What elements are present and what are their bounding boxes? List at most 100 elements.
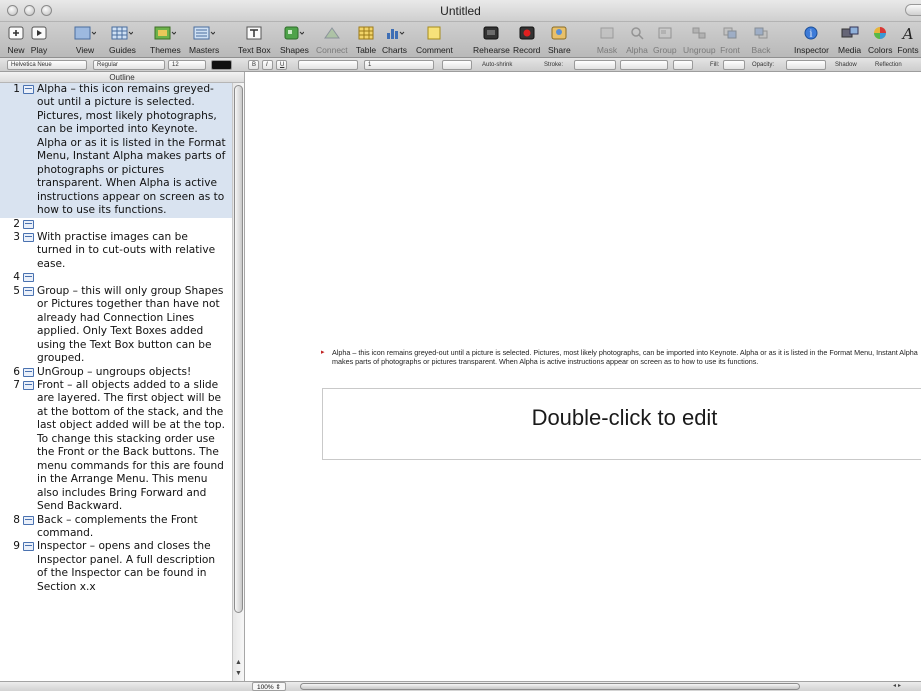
table-button[interactable]: Table [355, 24, 377, 55]
outline-item-4[interactable]: 4 [0, 271, 232, 284]
shapes-button[interactable]: Shapes [280, 24, 309, 55]
outline-item-number: 2 [13, 217, 20, 230]
slide-thumbnail-icon[interactable] [23, 85, 34, 94]
new-button[interactable]: New [5, 24, 27, 55]
colors-button[interactable]: Colors [868, 24, 893, 55]
ungroup-button[interactable]: Ungroup [683, 24, 716, 55]
outline-item-9[interactable]: 9 Inspector – opens and closes the Inspe… [0, 540, 232, 594]
mask-icon [596, 24, 618, 42]
outline-list[interactable]: 1 Alpha – this icon remains greyed-out u… [0, 83, 232, 681]
horizontal-scroll-arrows[interactable]: ◂▸ [893, 682, 915, 691]
play-button[interactable]: Play [28, 24, 50, 55]
ungroup-icon [688, 24, 710, 42]
outline-item-text[interactable]: Group – this will only group Shapes or P… [37, 285, 226, 366]
slide-thumbnail-icon[interactable] [23, 219, 34, 229]
text-color-well[interactable] [211, 60, 232, 70]
outline-item-text[interactable]: Back – complements the Front command. [37, 514, 226, 541]
outline-item-2[interactable]: 2 [0, 218, 232, 231]
autoshrink-checkbox[interactable]: Auto-shrink [482, 61, 512, 69]
guides-button[interactable]: Guides [109, 24, 136, 55]
outline-item-text[interactable]: Front – all objects added to a slide are… [37, 379, 226, 514]
rehearse-icon [480, 24, 502, 42]
zoom-select[interactable]: 100% ⇕ [252, 682, 286, 691]
slide-canvas[interactable]: ▸ Alpha – this icon remains greyed-out u… [246, 72, 921, 681]
font-family-select[interactable]: Helvetica Neue [7, 60, 87, 70]
slide-thumbnail-icon[interactable] [23, 542, 34, 552]
outline-item-text[interactable] [37, 218, 226, 231]
outline-item-text[interactable]: With practise images can be turned in to… [37, 231, 226, 271]
themes-button[interactable]: Themes [150, 24, 181, 55]
fonts-button[interactable]: A Fonts [897, 24, 919, 55]
outline-scroll-arrows[interactable]: ▲ ▼ [233, 657, 244, 681]
slide-thumbnail-icon[interactable] [23, 273, 34, 283]
horizontal-scrollbar[interactable] [300, 683, 800, 690]
opacity-select[interactable] [786, 60, 826, 70]
charts-button[interactable]: Charts [382, 24, 407, 55]
columns-select[interactable] [442, 60, 472, 70]
text-box-icon [243, 24, 265, 42]
outline-item-number: 3 [13, 230, 20, 243]
slide-title-placeholder[interactable]: Double-click to edit [322, 388, 921, 460]
comment-button[interactable]: Comment [416, 24, 453, 55]
shapes-icon [283, 24, 305, 42]
underline-button[interactable]: U [276, 60, 287, 70]
table-icon [355, 24, 377, 42]
alignment-buttons[interactable] [298, 60, 358, 70]
front-button[interactable]: Front [719, 24, 741, 55]
connect-button[interactable]: Connect [316, 24, 348, 55]
alpha-button[interactable]: Alpha [626, 24, 648, 55]
slide-thumbnail-icon[interactable] [23, 232, 34, 242]
outline-item-6[interactable]: 6 UnGroup – ungroups objects! [0, 366, 232, 379]
bold-button[interactable]: B [248, 60, 259, 70]
stroke-label: Stroke: [544, 62, 564, 68]
slide-bullet-text[interactable]: ▸ Alpha – this icon remains greyed-out u… [321, 348, 921, 366]
outline-item-1[interactable]: 1 Alpha – this icon remains greyed-out u… [0, 83, 232, 218]
connect-icon [321, 24, 343, 42]
outline-item-text[interactable]: Inspector – opens and closes the Inspect… [37, 540, 226, 594]
inspector-button[interactable]: i Inspector [794, 24, 829, 55]
outline-item-text[interactable]: UnGroup – ungroups objects! [37, 366, 226, 379]
group-icon [654, 24, 676, 42]
bullet-marker: ▸ [321, 349, 325, 356]
inspector-icon: i [800, 24, 822, 42]
stroke-width-select[interactable] [620, 60, 668, 70]
shadow-checkbox[interactable]: Shadow [835, 61, 857, 69]
fill-color-well[interactable] [723, 60, 745, 70]
font-size-select[interactable]: 12 [168, 60, 206, 70]
window-title-bar: Untitled [0, 0, 921, 22]
outline-scroll-thumb[interactable] [234, 85, 243, 613]
format-bar: Helvetica Neue Regular 12 B I U 1 Auto-s… [0, 58, 921, 72]
outline-item-3[interactable]: 3 With practise images can be turned in … [0, 231, 232, 271]
stroke-color-well[interactable] [673, 60, 693, 70]
line-spacing-select[interactable]: 1 [364, 60, 434, 70]
back-button[interactable]: Back [750, 24, 772, 55]
mask-button[interactable]: Mask [596, 24, 618, 55]
outline-item-number: 8 [13, 513, 20, 526]
masters-icon [193, 24, 216, 42]
slide-thumbnail-icon[interactable] [23, 515, 34, 525]
masters-button[interactable]: Masters [189, 24, 219, 55]
outline-item-5[interactable]: 5 Group – this will only group Shapes or… [0, 285, 232, 366]
outline-vertical-scrollbar[interactable]: ▲ ▼ [232, 83, 244, 681]
outline-item-text[interactable]: Alpha – this icon remains greyed-out unt… [37, 83, 226, 218]
share-button[interactable]: Share [548, 24, 571, 55]
rehearse-button[interactable]: Rehearse [473, 24, 510, 55]
media-button[interactable]: Media [838, 24, 861, 55]
outline-item-7[interactable]: 7 Front – all objects added to a slide a… [0, 379, 232, 514]
record-button[interactable]: Record [513, 24, 540, 55]
slide-thumbnail-icon[interactable] [23, 286, 34, 296]
stroke-style-select[interactable] [574, 60, 616, 70]
text-box-button[interactable]: Text Box [238, 24, 271, 55]
svg-text:A: A [901, 26, 914, 40]
font-style-select[interactable]: Regular [93, 60, 165, 70]
toolbar-toggle-button[interactable] [905, 4, 921, 16]
slide-thumbnail-icon[interactable] [23, 380, 34, 390]
view-button[interactable]: View [74, 24, 96, 55]
group-button[interactable]: Group [653, 24, 677, 55]
italic-button[interactable]: I [262, 60, 273, 70]
outline-item-text[interactable] [37, 271, 226, 284]
slide-thumbnail-icon[interactable] [23, 367, 34, 377]
opacity-label: Opacity: [752, 62, 775, 68]
outline-item-8[interactable]: 8 Back – complements the Front command. [0, 514, 232, 541]
reflection-checkbox[interactable]: Reflection [875, 61, 902, 69]
